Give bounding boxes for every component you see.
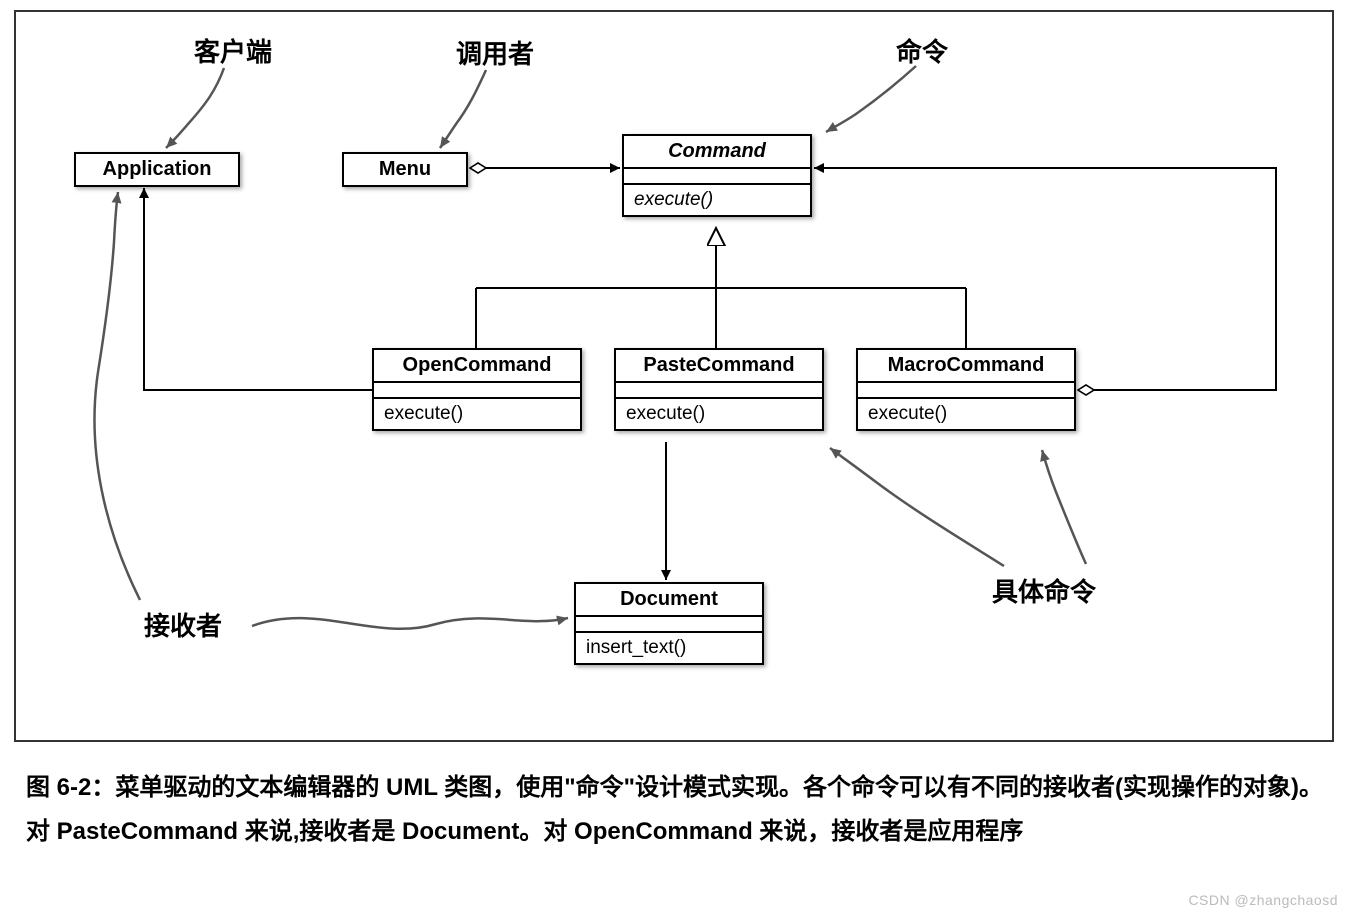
class-command-op: execute() bbox=[624, 185, 810, 215]
class-open-command: OpenCommand execute() bbox=[372, 348, 582, 431]
class-paste-op: execute() bbox=[616, 399, 822, 429]
annotation-command: 命令 bbox=[896, 32, 948, 69]
figure-caption: 图 6-2：菜单驱动的文本编辑器的 UML 类图，使用"命令"设计模式实现。各个… bbox=[26, 766, 1326, 855]
arrow-command bbox=[826, 66, 916, 132]
class-open-attrs bbox=[374, 383, 580, 399]
class-command-attrs bbox=[624, 169, 810, 185]
annotation-invoker: 调用者 bbox=[456, 34, 534, 71]
class-macro-title: MacroCommand bbox=[858, 350, 1074, 383]
class-menu: Menu bbox=[342, 152, 468, 187]
class-paste-attrs bbox=[616, 383, 822, 399]
diagram-frame: 客户端 调用者 命令 接收者 具体命令 Application Menu Com… bbox=[14, 10, 1334, 742]
class-paste-command: PasteCommand execute() bbox=[614, 348, 824, 431]
edge-open-to-application bbox=[144, 188, 372, 390]
arrow-receiver-to-doc bbox=[252, 618, 568, 629]
arrow-concrete-right bbox=[1042, 450, 1086, 564]
class-macro-attrs bbox=[858, 383, 1074, 399]
class-document-attrs bbox=[576, 617, 762, 633]
watermark: CSDN @zhangchaosd bbox=[1188, 892, 1338, 908]
caption-figno: 图 6-2： bbox=[26, 774, 115, 801]
class-document-title: Document bbox=[576, 584, 762, 617]
arrow-receiver-to-app bbox=[94, 192, 140, 600]
class-document-op: insert_text() bbox=[576, 633, 762, 663]
class-macro-op: execute() bbox=[858, 399, 1074, 429]
class-command: Command execute() bbox=[622, 134, 812, 217]
class-document: Document insert_text() bbox=[574, 582, 764, 665]
class-command-title: Command bbox=[624, 136, 810, 169]
class-macro-command: MacroCommand execute() bbox=[856, 348, 1076, 431]
arrow-client bbox=[166, 68, 224, 148]
class-paste-title: PasteCommand bbox=[616, 350, 822, 383]
class-open-op: execute() bbox=[374, 399, 580, 429]
annotation-concrete: 具体命令 bbox=[992, 572, 1096, 609]
class-menu-title: Menu bbox=[344, 154, 466, 185]
annotation-receiver: 接收者 bbox=[144, 606, 222, 643]
arrow-concrete-left bbox=[830, 448, 1004, 566]
annotation-client: 客户端 bbox=[194, 32, 272, 69]
class-application: Application bbox=[74, 152, 240, 187]
class-open-title: OpenCommand bbox=[374, 350, 580, 383]
caption-text: 菜单驱动的文本编辑器的 UML 类图，使用"命令"设计模式实现。各个命令可以有不… bbox=[26, 774, 1323, 845]
arrow-invoker bbox=[440, 70, 486, 148]
class-application-title: Application bbox=[76, 154, 238, 185]
